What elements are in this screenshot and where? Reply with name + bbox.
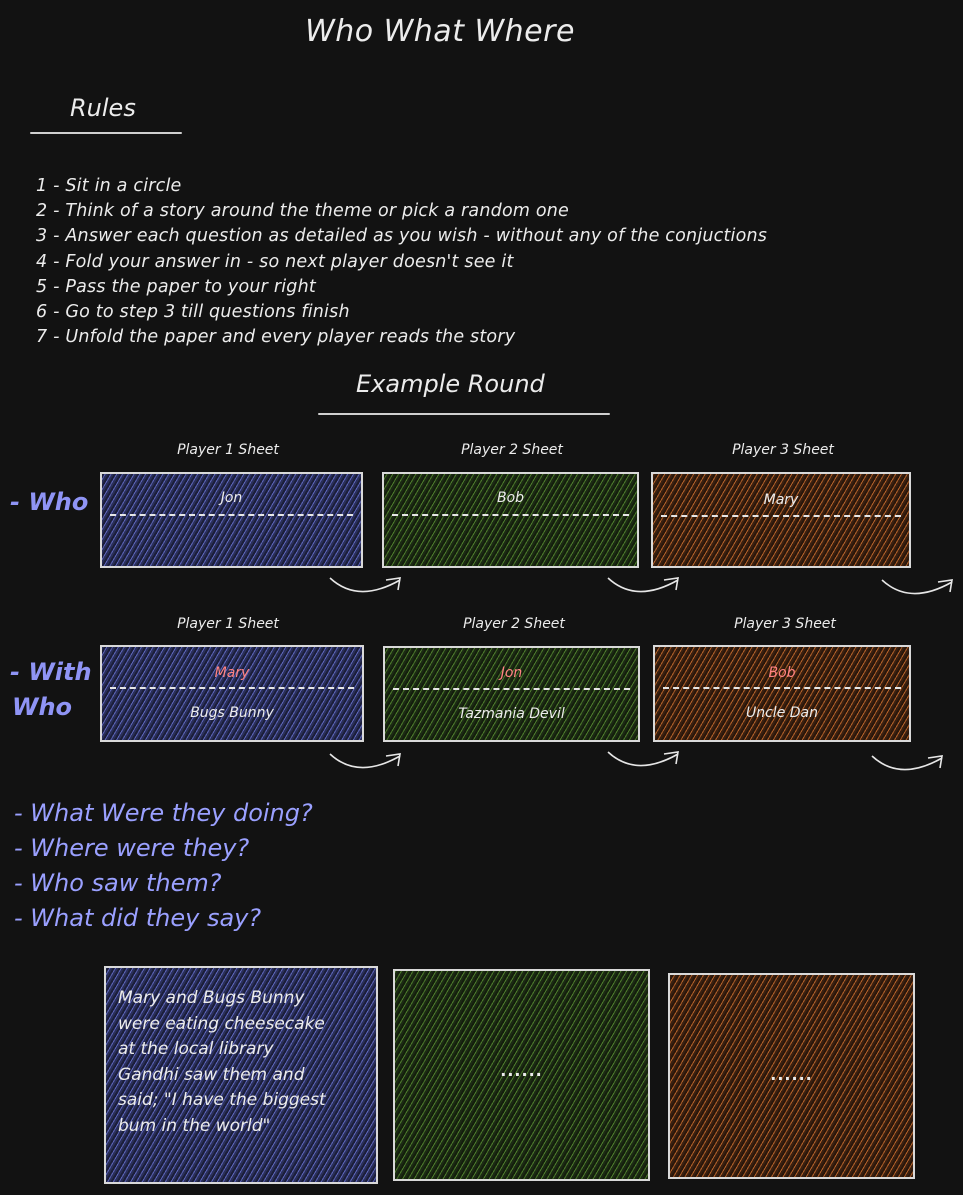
folded-answer: Jon: [500, 665, 523, 681]
sheet-answer: Tazmania Devil: [458, 706, 565, 722]
story-line: said; "I have the biggest: [118, 1090, 326, 1110]
pass-arrow-icon: [607, 577, 679, 593]
round1-sheet2: Bob: [382, 472, 639, 568]
rule-item: 2 - Think of a story around the theme or…: [36, 201, 570, 222]
round2-sheet3: Bob Uncle Dan: [653, 645, 911, 742]
pass-arrow-icon: [607, 751, 679, 767]
sheet-answer: Mary: [763, 492, 799, 508]
story-line: bum in the world": [118, 1115, 271, 1136]
round2-sheet3-label: Player 3 Sheet: [734, 616, 836, 632]
sheet-answer: Jon: [220, 490, 243, 506]
result-sheet-3: ......: [668, 973, 915, 1179]
placeholder-dots: ......: [770, 1065, 813, 1084]
result-sheet-1: Mary and Bugs Bunny were eating cheeseca…: [104, 966, 378, 1184]
pass-arrow-icon: [871, 755, 943, 771]
rules-heading: Rules: [70, 94, 136, 122]
example-round-heading: Example Round: [356, 370, 545, 398]
rule-item: 1 - Sit in a circle: [36, 176, 182, 196]
rule-item: 5 - Pass the paper to your right: [36, 276, 316, 297]
round1-sheet2-label: Player 2 Sheet: [461, 442, 563, 458]
sheet-answer: Bob: [496, 490, 525, 506]
rule-item: 7 - Unfold the paper and every player re…: [36, 327, 516, 348]
rule-item: 6 - Go to step 3 till questions finish: [36, 302, 350, 323]
sheet-answer: Uncle Dan: [745, 705, 818, 721]
example-round-underline: [318, 413, 610, 415]
rules-list: 1 - Sit in a circle 2 - Think of a story…: [36, 174, 767, 350]
fold-line: [392, 514, 629, 516]
result-sheet-2: ......: [393, 969, 650, 1181]
sheet-answer: Bugs Bunny: [190, 705, 274, 721]
round2-label-line2: Who: [12, 693, 73, 721]
pass-arrow-icon: [881, 579, 953, 595]
round2-label-line1: - With: [10, 658, 92, 686]
fold-line: [110, 687, 354, 689]
round2-sheet2: Jon Tazmania Devil: [383, 646, 640, 742]
folded-answer: Mary: [214, 665, 250, 681]
remaining-questions: - What Were they doing? - Where were the…: [14, 796, 313, 936]
question-item: - What Were they doing?: [14, 799, 313, 827]
round1-sheet1-label: Player 1 Sheet: [177, 442, 279, 458]
folded-answer: Bob: [768, 665, 796, 681]
question-item: - Who saw them?: [14, 869, 222, 897]
pass-arrow-icon: [329, 753, 401, 769]
page-title: Who What Where: [305, 14, 575, 49]
round1-sheet3: Mary: [651, 472, 911, 568]
fold-line: [661, 515, 901, 517]
question-item: - Where were they?: [14, 834, 250, 862]
pass-arrow-icon: [329, 577, 401, 593]
round2-sheet2-label: Player 2 Sheet: [463, 616, 565, 632]
round1-sheet1: Jon: [100, 472, 363, 568]
story-line: at the local library: [118, 1039, 274, 1059]
rule-item: 4 - Fold your answer in - so next player…: [36, 251, 514, 272]
round1-sheet3-label: Player 3 Sheet: [732, 442, 834, 458]
rules-underline: [30, 132, 182, 134]
story-line: Gandhi saw them and: [118, 1064, 305, 1085]
fold-line: [663, 687, 901, 689]
placeholder-dots: ......: [500, 1061, 543, 1080]
round1-label: - Who: [10, 488, 89, 516]
fold-line: [110, 514, 353, 516]
story-line: Mary and Bugs Bunny: [118, 988, 305, 1008]
story-line: were eating cheesecake: [118, 1013, 325, 1034]
question-item: - What did they say?: [14, 904, 262, 932]
round2-sheet1-label: Player 1 Sheet: [177, 616, 279, 632]
rule-item: 3 - Answer each question as detailed as …: [36, 226, 768, 247]
fold-line: [393, 688, 630, 690]
round2-sheet1: Mary Bugs Bunny: [100, 645, 364, 742]
